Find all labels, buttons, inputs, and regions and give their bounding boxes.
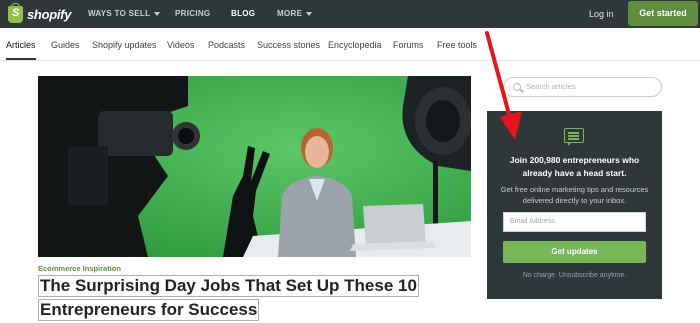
shopping-bag-icon bbox=[8, 2, 23, 23]
subnav-item-forums[interactable]: Forums bbox=[393, 40, 424, 50]
article-hero-image[interactable] bbox=[38, 76, 471, 257]
article-title-line-2[interactable]: Entrepreneurs for Success bbox=[38, 299, 260, 321]
active-tab-indicator bbox=[6, 58, 36, 60]
nav-pricing[interactable]: PRICING bbox=[175, 0, 210, 28]
subnav-item-free-tools[interactable]: Free tools bbox=[437, 40, 477, 50]
login-link[interactable]: Log in bbox=[589, 0, 614, 28]
article-category-link[interactable]: Ecommerce Inspiration bbox=[38, 264, 121, 273]
signup-headline-line-2: already have a head start. bbox=[522, 168, 627, 178]
nav-ways-to-sell[interactable]: WAYS TO SELL bbox=[88, 0, 161, 28]
subnav-item-success-stories[interactable]: Success stories bbox=[257, 40, 320, 50]
signup-description-line-2: delivered directly to your inbox. bbox=[522, 196, 627, 205]
newsletter-signup-panel: Join 200,980 entrepreneurs who already h… bbox=[487, 111, 662, 299]
search-icon bbox=[513, 83, 521, 91]
page: shopify WAYS TO SELL PRICING BLOG MORE L… bbox=[0, 0, 700, 323]
nav-more[interactable]: MORE bbox=[277, 0, 313, 28]
nav-ways-to-sell-label: WAYS TO SELL bbox=[88, 9, 151, 18]
subnav-item-guides[interactable]: Guides bbox=[51, 40, 80, 50]
search-placeholder: Search articles bbox=[526, 82, 576, 91]
chevron-down-icon bbox=[154, 11, 161, 16]
signup-footnote: No charge. Unsubscribe anytime. bbox=[522, 272, 627, 279]
subnav-item-videos[interactable]: Videos bbox=[167, 40, 194, 50]
get-started-button[interactable]: Get started bbox=[628, 1, 698, 26]
signup-headline: Join 200,980 entrepreneurs who already h… bbox=[487, 154, 662, 180]
chevron-down-icon bbox=[306, 11, 313, 16]
subnav-item-podcasts[interactable]: Podcasts bbox=[208, 40, 245, 50]
subnav-item-articles[interactable]: Articles bbox=[6, 40, 36, 50]
hero-illustration bbox=[38, 76, 471, 257]
chat-bubble-icon bbox=[564, 128, 584, 146]
top-nav-bar: shopify WAYS TO SELL PRICING BLOG MORE L… bbox=[0, 0, 700, 28]
signup-description-line-1: Get free online marketing tips and resou… bbox=[500, 185, 649, 194]
blog-subnav: Articles Guides Shopify updates Videos P… bbox=[0, 28, 700, 61]
subnav-item-encyclopedia[interactable]: Encyclopedia bbox=[328, 40, 382, 50]
search-input[interactable]: Search articles bbox=[503, 77, 662, 97]
get-updates-button[interactable]: Get updates bbox=[503, 241, 646, 263]
subnav-item-shopify-updates[interactable]: Shopify updates bbox=[92, 40, 157, 50]
shopify-logo[interactable]: shopify bbox=[8, 2, 72, 24]
email-field[interactable]: Email Address bbox=[503, 212, 646, 232]
logo-text: shopify bbox=[27, 6, 72, 22]
signup-headline-line-1: Join 200,980 entrepreneurs who bbox=[509, 155, 640, 165]
email-placeholder: Email Address bbox=[510, 218, 555, 225]
nav-more-label: MORE bbox=[277, 9, 303, 18]
article-title-line-1[interactable]: The Surprising Day Jobs That Set Up Thes… bbox=[38, 275, 419, 297]
nav-blog[interactable]: BLOG bbox=[231, 0, 255, 28]
signup-description: Get free online marketing tips and resou… bbox=[487, 184, 662, 206]
